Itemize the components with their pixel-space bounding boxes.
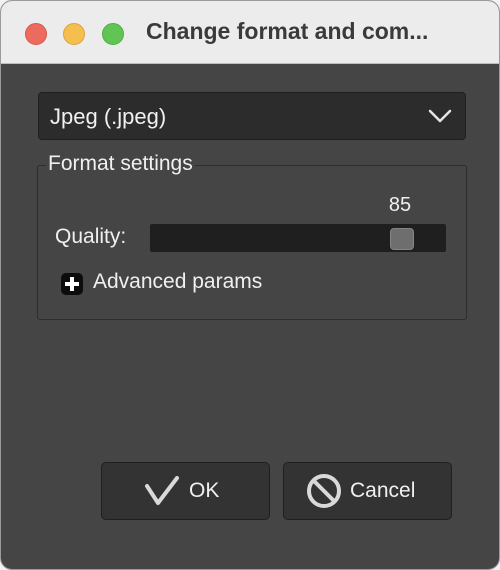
checkmark-icon [145,476,179,505]
quality-label: Quality: [55,225,127,248]
format-settings-legend: Format settings [46,152,195,176]
quality-value: 85 [388,194,412,216]
plus-icon[interactable] [61,273,83,295]
format-dropdown-value: Jpeg (.jpeg) [50,104,167,129]
format-settings-group: Format settings 85 Quality: Advanced par… [37,152,467,320]
format-dropdown[interactable]: Jpeg (.jpeg) [38,92,466,140]
chevron-down-icon [428,109,452,123]
dialog-window: Change format and com... Jpeg (.jpeg) Fo… [0,0,500,570]
window-title: Change format and com... [146,18,429,44]
quality-slider-thumb[interactable] [390,228,414,250]
maximize-button[interactable] [102,23,124,45]
minimize-button[interactable] [63,23,85,45]
quality-slider[interactable] [150,224,446,252]
ok-button[interactable]: OK [101,462,270,520]
close-button[interactable] [25,23,47,45]
cancel-button-label: Cancel [350,479,416,502]
advanced-params-label: Advanced params [93,270,263,293]
dialog-content: Jpeg (.jpeg) Format settings 85 Quality:… [7,64,493,563]
prohibited-icon [307,474,341,508]
cancel-button[interactable]: Cancel [283,462,452,520]
title-bar[interactable]: Change format and com... [1,1,499,64]
ok-button-label: OK [189,479,220,502]
